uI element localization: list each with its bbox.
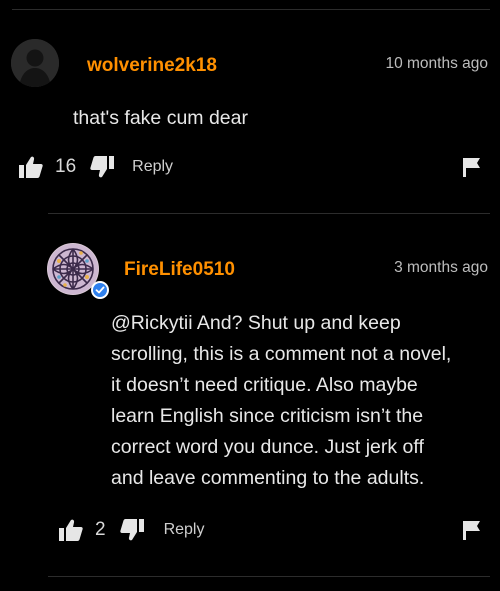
comment-2: FireLife0510 3 months ago @Rickytii And?… xyxy=(0,0,500,591)
comment-username[interactable]: FireLife0510 xyxy=(124,259,235,281)
comment-timestamp: 3 months ago xyxy=(394,259,488,276)
comment-text-line: and leave commenting to the adults. xyxy=(111,467,425,489)
comment-text: @Rickytii And? Shut up and keep scrollin… xyxy=(111,308,451,494)
comment-text-line: @Rickytii And? Shut up and keep xyxy=(111,312,401,334)
flag-icon[interactable] xyxy=(462,520,482,540)
comment-text-line: scrolling, this is a comment not a novel… xyxy=(111,343,452,365)
verified-check-icon xyxy=(91,281,109,299)
comment-text-line: correct word you dunce. Just jerk off xyxy=(111,436,424,458)
comment-text-line: learn English since criticism isn’t the xyxy=(111,405,424,427)
reply-button[interactable]: Reply xyxy=(164,521,205,539)
like-count: 2 xyxy=(95,519,106,540)
comment-text-line: it doesn’t need critique. Also maybe xyxy=(111,374,418,396)
comment-actions: 2 Reply xyxy=(59,517,204,543)
bottom-divider xyxy=(48,576,490,577)
thumbs-down-icon[interactable] xyxy=(119,517,144,543)
thumbs-up-icon[interactable] xyxy=(59,517,83,543)
